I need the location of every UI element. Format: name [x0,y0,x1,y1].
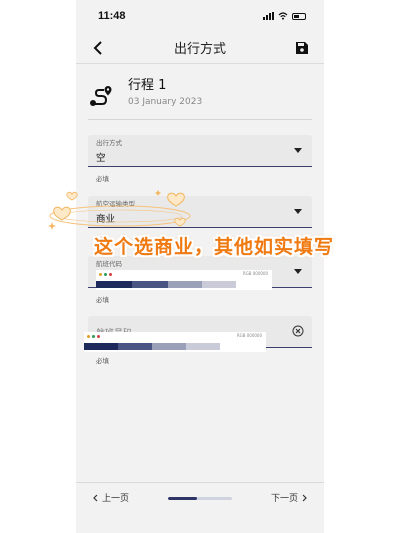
air-transport-type-select[interactable]: 航空运输类型 商业 [88,196,312,228]
status-icons [263,12,306,20]
chevron-right-icon [302,494,307,501]
status-bar: 11:48 [76,0,324,32]
prev-page-label: 上一页 [102,494,130,504]
field-label: 出行方式 [96,139,122,147]
stripe-tag: RGB 000000 [242,271,268,276]
route-icon [90,86,112,106]
trip-text: 行程 1 03 January 2023 [128,78,202,107]
caret-down-icon [294,148,302,153]
trip-header: 行程 1 03 January 2023 [88,78,312,120]
progress-bar [168,497,232,500]
stripe-tag: RGB 000000 [236,333,262,338]
caret-down-icon [294,269,302,274]
battery-icon [292,12,306,20]
prev-page-button[interactable]: 上一页 [92,491,129,504]
field-label: 航班代码 [96,260,122,268]
trip-title: 行程 1 [128,78,167,93]
field-value: 商业 [96,214,116,225]
stripe-bars [84,343,220,350]
stripe-dots [87,335,100,338]
flight-code-select[interactable]: 航班代码 RGB 000000 [88,256,312,290]
caret-down-icon [294,209,302,214]
field-value: 空 [96,153,106,164]
travel-mode-select[interactable]: 出行方式 空 [88,135,312,167]
helper-text: 必填 [96,357,109,365]
field-label: 航空运输类型 [96,200,135,208]
clear-icon[interactable] [292,325,304,337]
signal-icon [263,12,274,20]
chevron-left-icon [93,494,98,501]
nav-bar: 出行方式 [76,32,324,64]
next-page-button[interactable]: 下一页 [271,491,308,504]
chevron-left-icon [93,41,102,55]
next-page-label: 下一页 [270,494,298,504]
trip-date: 03 January 2023 [128,97,203,107]
stripe-bars [96,281,236,288]
wifi-icon [278,12,288,20]
helper-text: 必填 [96,296,109,304]
page-title: 出行方式 [173,42,226,57]
helper-text: 必填 [96,175,109,183]
status-time: 11:48 [98,10,126,22]
color-stripe: RGB 000000 [84,332,266,352]
home-area [76,512,324,533]
phone-screen: 11:48 出行方式 行程 1 03 January 2023 出行方式 空 必… [76,0,324,533]
back-button[interactable] [86,36,110,60]
annotation-text: 这个选商业，其他如实填写 [93,236,334,258]
footer-nav: 上一页 下一页 [76,482,324,512]
save-button[interactable] [290,36,314,60]
progress-fill [168,497,197,500]
color-stripe: RGB 000000 [96,270,272,290]
stripe-dots [99,273,112,276]
save-icon [296,42,308,54]
